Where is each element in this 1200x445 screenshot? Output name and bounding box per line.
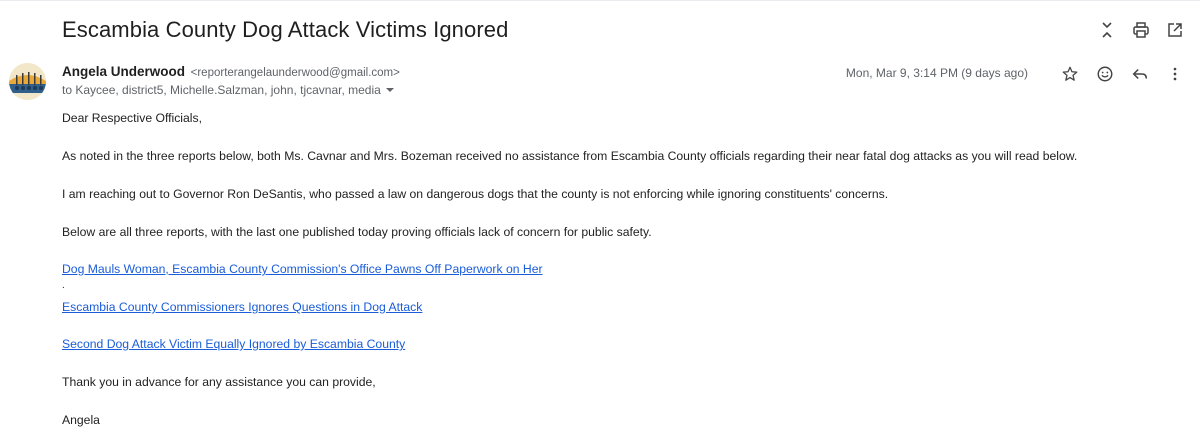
message-actions bbox=[1059, 62, 1186, 86]
thread-actions bbox=[1096, 18, 1186, 42]
reply-icon[interactable] bbox=[1129, 62, 1151, 86]
report-link-2[interactable]: Escambia County Commissioners Ignores Qu… bbox=[62, 300, 422, 314]
emoji-react-icon[interactable] bbox=[1094, 62, 1116, 86]
signature: Angela bbox=[62, 413, 100, 427]
report-link-1[interactable]: Dog Mauls Woman, Escambia County Commiss… bbox=[62, 262, 543, 276]
closing-line: Thank you in advance for any assistance … bbox=[62, 375, 376, 389]
paragraph-1: As noted in the three reports below, bot… bbox=[62, 149, 1078, 163]
recipients-text: to Kaycee, district5, Michelle.Salzman, … bbox=[62, 83, 381, 97]
sender-email: <reporterangelaunderwood@gmail.com> bbox=[190, 67, 400, 79]
sender-line: Angela Underwood <reporterangelaunderwoo… bbox=[62, 64, 400, 79]
paragraph-3: Below are all three reports, with the la… bbox=[62, 225, 652, 239]
report-link-3[interactable]: Second Dog Attack Victim Equally Ignored… bbox=[62, 337, 405, 351]
paragraph-2: I am reaching out to Governor Ron DeSant… bbox=[62, 187, 889, 201]
more-vert-icon[interactable] bbox=[1164, 62, 1186, 86]
top-divider bbox=[0, 0, 1200, 1]
print-icon[interactable] bbox=[1130, 18, 1152, 42]
separator-dot: . bbox=[62, 280, 65, 291]
collapse-all-icon[interactable] bbox=[1096, 18, 1118, 42]
avatar[interactable] bbox=[9, 63, 46, 100]
greeting: Dear Respective Officials, bbox=[62, 111, 202, 125]
recipients-line: to Kaycee, district5, Michelle.Salzman, … bbox=[62, 83, 394, 97]
open-in-new-window-icon[interactable] bbox=[1164, 18, 1186, 42]
show-details-chevron-icon[interactable] bbox=[385, 88, 394, 92]
star-icon[interactable] bbox=[1059, 62, 1081, 86]
email-subject: Escambia County Dog Attack Victims Ignor… bbox=[62, 17, 509, 42]
email-date: Mon, Mar 9, 3:14 PM (9 days ago) bbox=[845, 66, 1028, 80]
sender-name[interactable]: Angela Underwood bbox=[62, 64, 185, 79]
